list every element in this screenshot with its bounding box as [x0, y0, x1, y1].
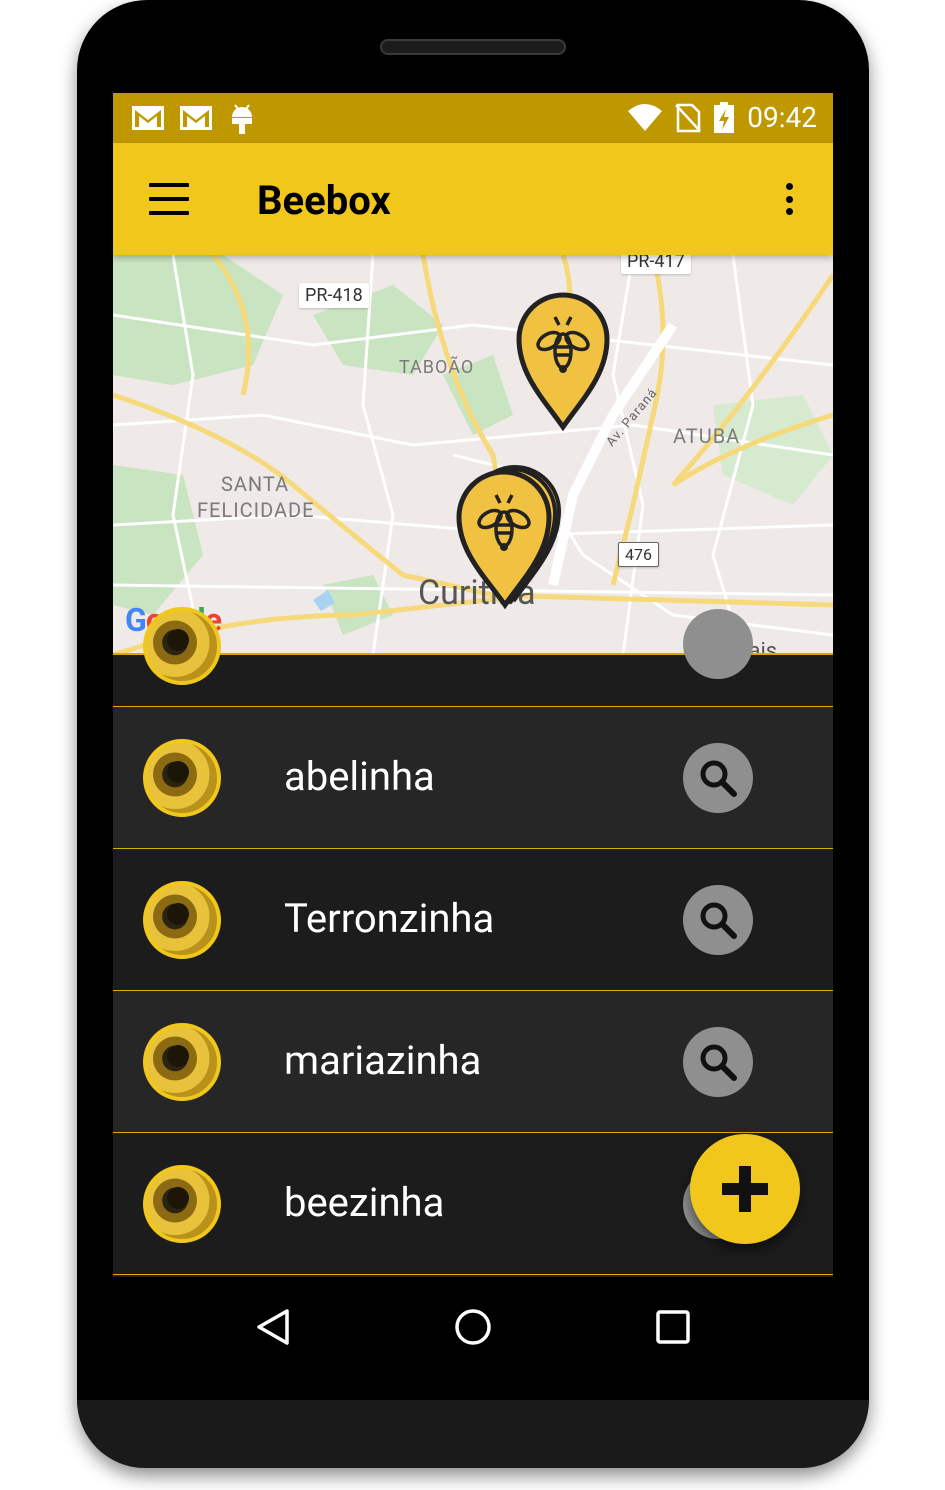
- road-shield-pr417: PR-417: [621, 255, 691, 274]
- bee-avatar: [143, 1165, 221, 1243]
- back-button[interactable]: [251, 1305, 295, 1349]
- bee-avatar: [143, 881, 221, 959]
- map-label-felicidade: FELICIDADE: [197, 498, 315, 522]
- hive-name: mariazinha: [284, 1037, 482, 1084]
- map-label-taboao: TABOÃO: [399, 357, 475, 378]
- plus-icon: [722, 1166, 768, 1212]
- hive-name: beezinha: [284, 1179, 445, 1226]
- road-shield-pr418: PR-418: [299, 283, 369, 308]
- bee-avatar: [143, 607, 221, 685]
- home-button[interactable]: [451, 1305, 495, 1349]
- bee-avatar: [143, 1023, 221, 1101]
- wifi-icon: [628, 103, 663, 131]
- home-circle-icon: [455, 1309, 491, 1345]
- navigation-bar: [113, 1277, 833, 1373]
- map-label-santa: SANTA: [221, 472, 290, 496]
- hive-name: Terronzinha: [284, 895, 495, 942]
- status-time: 09:42: [747, 101, 817, 134]
- search-button[interactable]: [683, 1027, 753, 1097]
- bee-marker-cluster[interactable]: [455, 459, 567, 609]
- road-shield-476: 476: [618, 542, 659, 567]
- search-button[interactable]: [683, 743, 753, 813]
- add-hive-button[interactable]: [690, 1134, 800, 1244]
- phone-speaker: [380, 39, 566, 55]
- gmail-icon: [180, 106, 212, 130]
- phone-chin: [77, 1400, 869, 1468]
- recents-square-icon: [656, 1310, 690, 1344]
- bee-avatar: [143, 739, 221, 817]
- search-button[interactable]: [683, 885, 753, 955]
- map-label-atuba: ATUBA: [673, 424, 741, 448]
- no-sim-icon: [675, 103, 702, 132]
- search-button[interactable]: [683, 609, 753, 679]
- app-title: Beebox: [257, 177, 391, 224]
- app-bar: Beebox: [113, 143, 833, 255]
- more-vert-icon[interactable]: [773, 179, 805, 219]
- list-item[interactable]: Terronzinha: [113, 849, 833, 991]
- hamburger-menu-icon[interactable]: [143, 179, 195, 219]
- search-icon: [700, 760, 737, 797]
- search-icon: [700, 1044, 737, 1081]
- status-bar: 09:42: [113, 93, 833, 143]
- hive-name: abelinha: [284, 753, 435, 800]
- recents-button[interactable]: [651, 1305, 695, 1349]
- battery-charging-icon: [714, 101, 735, 133]
- list-item[interactable]: abelinha: [113, 707, 833, 849]
- list-item-partial[interactable]: [113, 607, 833, 707]
- back-triangle-icon: [257, 1309, 289, 1345]
- map-view[interactable]: PR-418 PR-417 TABOÃO ATUBA SANTA FELICID…: [113, 255, 833, 655]
- android-debug-icon: [232, 104, 252, 134]
- bee-marker[interactable]: [515, 291, 611, 431]
- search-icon: [700, 902, 737, 939]
- list-item[interactable]: mariazinha: [113, 991, 833, 1133]
- gmail-icon: [132, 106, 164, 130]
- screen: 09:42 Beebox PR-418 PR-417 TABOÃO ATUBA …: [113, 93, 833, 1277]
